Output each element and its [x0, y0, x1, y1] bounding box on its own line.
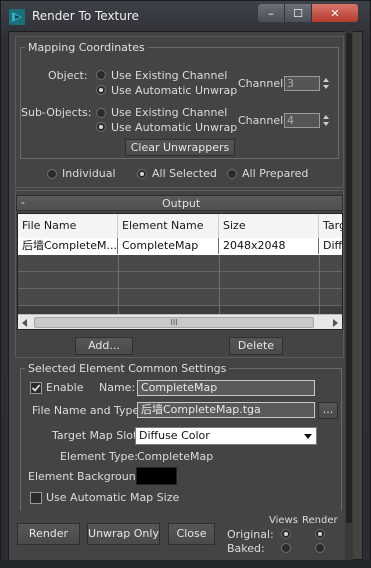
- object-channel-label: Channel:: [238, 77, 287, 90]
- sub-channel-spin-arrows[interactable]: [322, 113, 331, 128]
- maximize-button[interactable]: ☐: [285, 4, 312, 22]
- column-header-target[interactable]: Targ: [319, 214, 342, 238]
- column-header-size[interactable]: Size: [219, 214, 319, 238]
- target-map-slot-value: Diffuse Color: [139, 429, 210, 442]
- rollout-collapse-icon: -: [21, 196, 25, 209]
- element-background-swatch[interactable]: [136, 467, 177, 485]
- add-button[interactable]: Add...: [75, 337, 133, 355]
- sub-auto-unwrap-label[interactable]: Use Automatic Unwrap: [111, 121, 237, 134]
- target-map-slot-dropdown[interactable]: Diffuse Color: [135, 427, 317, 445]
- original-render-radio[interactable]: [315, 529, 325, 539]
- sub-channel-spinner[interactable]: 4: [284, 113, 320, 128]
- column-header-element-name[interactable]: Element Name: [118, 214, 219, 238]
- row-target: Diffu: [323, 239, 343, 252]
- row-element-name: CompleteMap: [118, 238, 219, 254]
- title-bar[interactable]: Render To Texture – ☐ ✕: [0, 0, 371, 32]
- panel-scrollbar-thumb[interactable]: [346, 33, 352, 523]
- object-channel-spinner[interactable]: 3: [284, 76, 320, 91]
- object-existing-channel-radio[interactable]: [96, 70, 106, 80]
- column-divider: [118, 255, 119, 314]
- empty-table-row: [18, 289, 342, 306]
- object-existing-channel-label[interactable]: Use Existing Channel: [111, 69, 227, 82]
- spin-down-icon: [323, 85, 329, 89]
- scroll-left-icon[interactable]: [22, 319, 27, 327]
- element-name-field[interactable]: CompleteMap: [137, 380, 315, 396]
- output-rollout-header[interactable]: - Output: [16, 195, 343, 211]
- auto-map-size-label[interactable]: Use Automatic Map Size: [46, 491, 179, 504]
- scroll-thumb[interactable]: III: [34, 317, 314, 328]
- all-prepared-label[interactable]: All Prepared: [242, 167, 308, 180]
- chevron-down-icon: [304, 434, 312, 439]
- element-type-label: Element Type:: [60, 450, 139, 463]
- baked-views-radio[interactable]: [281, 543, 291, 553]
- sub-auto-unwrap-radio[interactable]: [96, 122, 106, 132]
- scroll-right-icon[interactable]: [333, 319, 338, 327]
- baked-render-radio[interactable]: [315, 543, 325, 553]
- original-label: Original:: [227, 528, 274, 541]
- output-table[interactable]: File Name Element Name Size Targ 后墙Compl…: [17, 213, 343, 330]
- subobjects-label: Sub-Objects:: [21, 106, 92, 119]
- filename-field[interactable]: 后墙CompleteMap.tga: [137, 402, 315, 418]
- column-header-file-name[interactable]: File Name: [18, 214, 118, 238]
- auto-map-size-checkbox[interactable]: [30, 492, 42, 504]
- close-button[interactable]: Close: [168, 523, 215, 545]
- name-label: Name:: [99, 381, 136, 394]
- taskbar-strip: [0, 560, 371, 568]
- 3dsmax-app-icon: [9, 9, 25, 25]
- all-prepared-radio[interactable]: [227, 169, 237, 179]
- delete-button[interactable]: Delete: [229, 337, 283, 355]
- sub-existing-channel-label[interactable]: Use Existing Channel: [111, 106, 227, 119]
- window-controls: – ☐ ✕: [258, 4, 358, 22]
- row-size: 2048x2048: [219, 238, 319, 254]
- filename-label: File Name and Type:: [32, 404, 144, 417]
- clear-unwrappers-button[interactable]: Clear Unwrappers: [125, 139, 235, 156]
- mapping-coordinates-title: Mapping Coordinates: [25, 41, 148, 54]
- output-title: Output: [162, 197, 201, 210]
- individual-label[interactable]: Individual: [62, 167, 116, 180]
- checkmark-icon: [31, 384, 41, 392]
- empty-table-row: [18, 272, 342, 289]
- target-map-slot-label: Target Map Slot:: [52, 429, 142, 442]
- spin-down-icon: [323, 122, 329, 126]
- column-divider: [219, 255, 220, 314]
- object-channel-spin-arrows[interactable]: [322, 76, 331, 91]
- enable-checkbox[interactable]: [30, 382, 42, 394]
- render-column-label: Render: [302, 515, 338, 526]
- all-selected-radio[interactable]: [137, 169, 147, 179]
- views-label: Views: [269, 515, 298, 526]
- render-button[interactable]: Render: [17, 523, 80, 545]
- sub-existing-channel-radio[interactable]: [96, 108, 106, 118]
- element-settings-title: Selected Element Common Settings: [25, 362, 230, 375]
- individual-radio[interactable]: [47, 169, 57, 179]
- window-title: Render To Texture: [32, 9, 139, 23]
- baked-label: Baked:: [227, 542, 265, 555]
- browse-button[interactable]: ...: [318, 402, 338, 419]
- sub-channel-label: Channel:: [238, 114, 287, 127]
- table-row[interactable]: 后墙CompleteM... CompleteMap 2048x2048 Dif…: [18, 238, 343, 255]
- object-auto-unwrap-radio[interactable]: [96, 85, 106, 95]
- original-views-radio[interactable]: [281, 529, 291, 539]
- element-background-label: Element Background:: [28, 470, 147, 483]
- element-type-value: CompleteMap: [137, 450, 214, 463]
- close-window-button[interactable]: ✕: [312, 4, 358, 22]
- spin-up-icon: [323, 115, 329, 119]
- object-label: Object:: [48, 69, 88, 82]
- column-divider: [319, 255, 320, 314]
- spin-up-icon: [323, 78, 329, 82]
- all-selected-label[interactable]: All Selected: [152, 167, 217, 180]
- object-auto-unwrap-label[interactable]: Use Automatic Unwrap: [111, 84, 237, 97]
- unwrap-only-button[interactable]: Unwrap Only: [87, 523, 160, 545]
- enable-label[interactable]: Enable: [46, 381, 83, 394]
- minimize-button[interactable]: –: [258, 4, 285, 22]
- empty-table-row: [18, 255, 342, 272]
- row-file-name: 后墙CompleteM...: [18, 238, 118, 254]
- table-horizontal-scrollbar[interactable]: III: [18, 314, 342, 329]
